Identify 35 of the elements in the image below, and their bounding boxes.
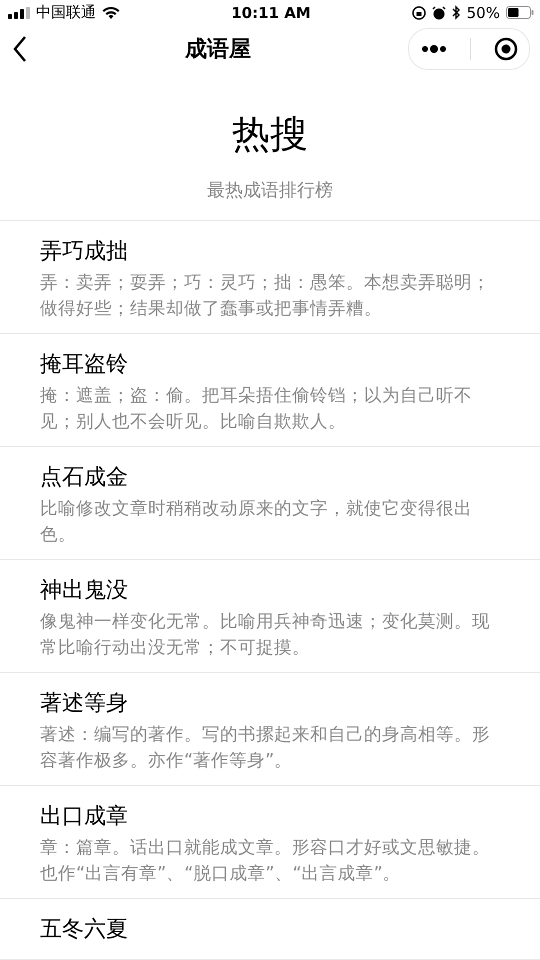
idiom-title: 五冬六夏 bbox=[40, 916, 129, 944]
idiom-item[interactable]: 著述等身 著述：编写的著作。写的书摞起来和自己的身高相等。形容著作极多。亦作“著作等身”。 bbox=[0, 672, 540, 786]
section-subtitle: 最热成语排行榜 bbox=[207, 178, 333, 202]
status-time: 10:11 AM bbox=[231, 4, 311, 22]
signal-icon bbox=[8, 6, 30, 19]
page-title: 成语屋 bbox=[185, 36, 251, 64]
idiom-meaning: 章：篇章。话出口就能成文章。形容口才好或文思敏捷。也作“出言有章”、“脱口成章”、“出言成章”。 bbox=[40, 836, 491, 886]
battery-percent: 50% bbox=[466, 4, 500, 22]
idiom-title: 点石成金 bbox=[40, 464, 129, 492]
idiom-item[interactable]: 出口成章 章：篇章。话出口就能成文章。形容口才好或文思敏捷。也作“出言有章”、“脱口成章”、“出言成章”。 bbox=[0, 786, 540, 899]
idiom-item[interactable]: 神出鬼没 像鬼神一样变化无常。比喻用兵神奇迅速；变化莫测。现常比喻行动出没无常；不可捉摸。 bbox=[0, 560, 540, 673]
carrier-name: 中国联通 bbox=[36, 3, 96, 22]
idiom-meaning: 著述：编写的著作。写的书摞起来和自己的身高相等。形容著作极多。亦作“著作等身”。 bbox=[40, 724, 491, 773]
idiom-item[interactable]: 五冬六夏 bbox=[0, 898, 540, 960]
idiom-title: 掩耳盗铃 bbox=[40, 350, 129, 379]
idiom-meaning: 弄：卖弄；耍弄；巧：灵巧；拙：愚笨。本想卖弄聪明；做得好些；结果却做了蠢事或把事情弄糟。 bbox=[40, 272, 491, 321]
idiom-item[interactable]: 掩耳盗铃 掩：遮盖；盗：偷。把耳朵捂住偷铃铛；以为自己听不见；别人也不会听见。比喻自欺欺人。 bbox=[0, 334, 540, 447]
section-title: 热搜 bbox=[232, 110, 308, 158]
back-button[interactable] bbox=[12, 35, 28, 64]
more-icon[interactable] bbox=[420, 45, 446, 54]
idiom-meaning: 像鬼神一样变化无常。比喻用兵神奇迅速；变化莫测。现常比喻行动出没无常；不可捉摸。 bbox=[40, 610, 491, 660]
idiom-item[interactable]: 点石成金 比喻修改文章时稍稍改动原来的文字，就使它变得很出色。 bbox=[0, 446, 540, 560]
idiom-meaning: 掩：遮盖；盗：偷。把耳朵捂住偷铃铛；以为自己听不见；别人也不会听见。比喻自欺欺人。 bbox=[40, 384, 473, 434]
idiom-title: 弄巧成拙 bbox=[40, 238, 129, 266]
rotation-lock-icon bbox=[412, 6, 426, 20]
idiom-meaning: 比喻修改文章时稍稍改动原来的文字，就使它变得很出色。 bbox=[40, 498, 473, 547]
wifi-icon bbox=[102, 6, 120, 20]
alarm-icon bbox=[432, 6, 446, 20]
idiom-item[interactable]: 弄巧成拙 弄：卖弄；耍弄；巧：灵巧；拙：愚笨。本想卖弄聪明；做得好些；结果却做了蠢事或把事情弄糟。 bbox=[0, 220, 540, 334]
close-target-icon[interactable] bbox=[494, 37, 518, 62]
bluetooth-icon bbox=[452, 5, 461, 20]
idiom-title: 出口成章 bbox=[40, 802, 129, 831]
battery-icon bbox=[506, 6, 534, 20]
idiom-title: 神出鬼没 bbox=[40, 576, 129, 605]
idiom-title: 著述等身 bbox=[40, 690, 129, 718]
